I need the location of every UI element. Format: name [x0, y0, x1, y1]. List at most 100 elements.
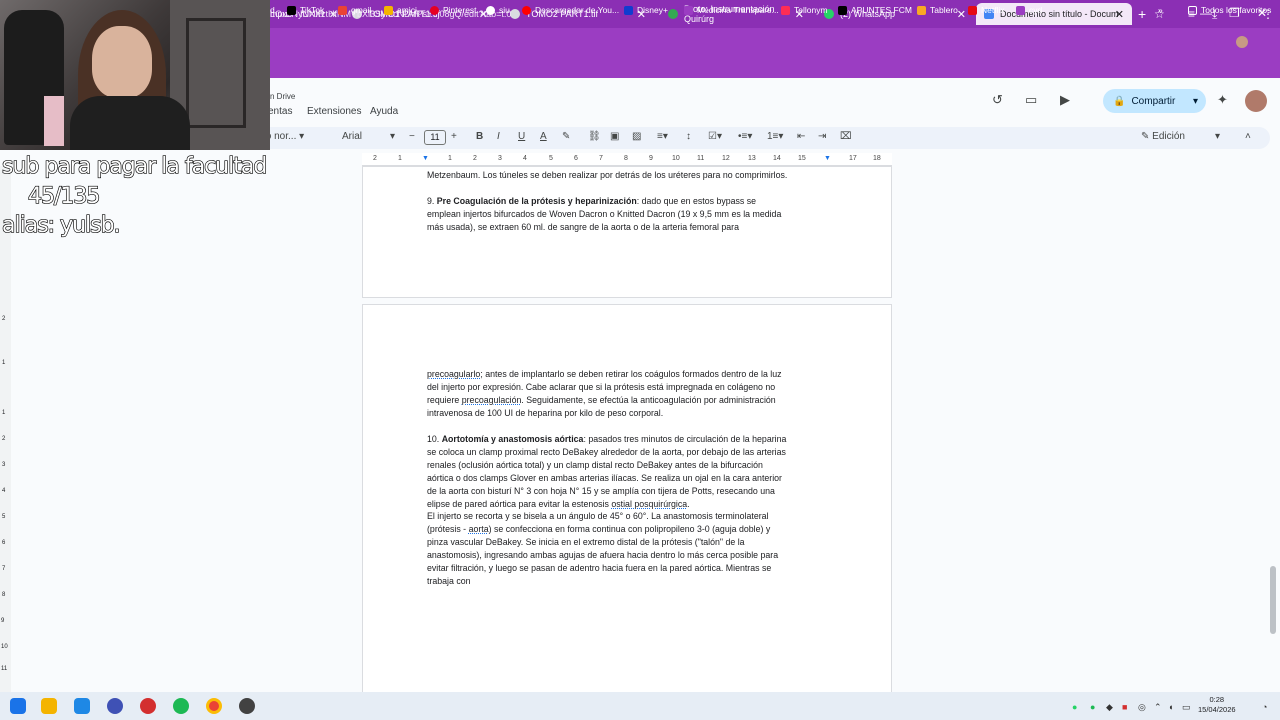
bookmark-label: APUNTES FCM [851, 5, 912, 15]
clear-format-icon[interactable]: ⌧ [840, 131, 852, 142]
bookmark-label: TikTok [300, 5, 325, 15]
font-select[interactable]: Arial ▾ [342, 131, 395, 142]
doc-text: : dado que en estos bypass se [636, 196, 757, 206]
spotify-tray-icon[interactable]: ● [1090, 702, 1095, 712]
spellcheck-word[interactable]: ostial posquirúrgica [611, 499, 687, 509]
bookmark-fragment[interactable]: d [270, 5, 275, 15]
tray-icon[interactable]: ◎ [1138, 702, 1146, 713]
bookmark-apuntes[interactable]: APUNTES FCM [838, 5, 912, 15]
app-icon[interactable] [239, 698, 255, 714]
ruler-number: 9 [1, 618, 5, 624]
bookmark-siu[interactable]: siu [486, 5, 510, 15]
bookmark-label: Pinterest [443, 5, 477, 15]
ruler-number: 4 [2, 488, 6, 494]
ruler-number: 18 [873, 155, 881, 162]
gemini-icon[interactable]: ✦ [1217, 92, 1228, 108]
bookmark-tellonym[interactable]: Tellonym [781, 5, 828, 15]
doc-paragraph-9-heading: 9. Pre Coagulación de la prótesis y hepa… [427, 195, 756, 208]
notification-icon[interactable]: ◔ [1262, 702, 1267, 712]
spellcheck-word[interactable]: precoagulación [462, 395, 522, 405]
spellcheck-word[interactable]: precoagularlo [427, 369, 480, 379]
highlight-icon[interactable]: ✎ [562, 131, 570, 142]
font-label: Arial [342, 131, 363, 142]
file-explorer-icon[interactable] [41, 698, 57, 714]
bookmark-pinterest[interactable]: Pinterest [430, 5, 477, 15]
ruler-number: 1 [2, 360, 6, 366]
doc-line: (prótesis - aorta) se confecciona en for… [427, 523, 770, 536]
italic-icon[interactable]: I [497, 131, 500, 142]
bookmark-tablero[interactable]: Tablero [917, 5, 958, 15]
store-icon[interactable] [74, 698, 90, 714]
increase-font-icon[interactable]: + [451, 131, 457, 142]
edit-mode-select[interactable]: ✎ Edición ▾ [1141, 131, 1220, 142]
share-button[interactable]: 🔒 Compartir ▾ [1103, 89, 1206, 113]
bookmark-label: Descargador de You... [535, 5, 620, 15]
app-icon[interactable] [140, 698, 156, 714]
bold-icon[interactable]: B [476, 131, 483, 142]
text-color-icon[interactable]: A [540, 131, 547, 142]
add-comment-icon[interactable]: ▣ [610, 131, 619, 142]
vertical-ruler: 2 1 1 2 3 4 5 6 7 8 9 10 11 [0, 166, 11, 692]
spellcheck-word[interactable]: aorta [469, 524, 489, 534]
ruler-number: 10 [672, 155, 680, 162]
tray-icon[interactable]: ■ [1122, 702, 1127, 712]
chevron-down-icon[interactable]: ▾ [1193, 96, 1198, 107]
menu-ayuda[interactable]: Ayuda [370, 106, 398, 117]
ruler-number: 11 [1, 666, 8, 672]
whatsapp-tray-icon[interactable]: ● [1072, 702, 1077, 712]
decrease-font-icon[interactable]: − [409, 131, 415, 142]
decrease-indent-icon[interactable]: ⇤ [797, 131, 805, 142]
tray-icon[interactable]: ◆ [1106, 702, 1113, 713]
wifi-icon[interactable]: ⌃ [1154, 702, 1162, 713]
numbered-list-icon[interactable]: 1≡▾ [767, 131, 783, 142]
bookmark-disney[interactable]: Disney+ [624, 5, 668, 15]
link-icon[interactable]: ⛓ [588, 131, 601, 142]
bookmark-gmail[interactable]: gmail [338, 5, 371, 15]
app-icon[interactable] [107, 698, 123, 714]
chevron-right-icon[interactable]: » [1158, 5, 1163, 15]
doc-line: requiere precoagulación. Seguidamente, s… [427, 394, 776, 407]
collapse-icon[interactable]: ˄ [1245, 131, 1251, 142]
drive-label[interactable]: n Drive [270, 92, 295, 101]
underline-icon[interactable]: U [518, 131, 525, 142]
cyd-icon [1016, 5, 1025, 15]
bookmark-medicina[interactable]: Medicina Transpare... [684, 5, 779, 15]
bookmark-label: siu [499, 5, 510, 15]
scrollbar-thumb[interactable] [1270, 566, 1276, 634]
chrome-icon[interactable] [206, 698, 222, 714]
paragraph-number: 9. [427, 196, 437, 206]
ruler-number: 5 [2, 514, 6, 520]
paragraph-title: Aortotomía y anastomosis aórtica [441, 434, 584, 444]
doc-line: se coloca un clamp proximal recto DeBake… [427, 447, 786, 457]
doc-line: evitar filtración, y luego se pasan de a… [427, 563, 772, 573]
bookmark-amici[interactable]: amici [384, 5, 417, 15]
history-icon[interactable]: ↺ [992, 92, 1003, 108]
indent-marker-icon[interactable]: ▼ [422, 155, 429, 162]
doc-line: emplean injertos bifurcados de Woven Dac… [427, 209, 782, 219]
battery-icon[interactable]: ▭ [1182, 702, 1191, 713]
all-bookmarks[interactable]: Todos los favoritos [1188, 5, 1271, 15]
bookmark-cyd[interactable]: cyd [1016, 5, 1042, 15]
profile-icon[interactable] [1236, 36, 1248, 48]
taskbar-clock[interactable]: 0:28 15/04/2026 [1198, 695, 1236, 715]
bookmark-descargador[interactable]: Descargador de You... [522, 5, 619, 15]
image-icon[interactable]: ▨ [632, 131, 641, 142]
font-size-input[interactable]: 11 [424, 130, 446, 145]
doc-line: elipse de pared aórtica para evitar la e… [427, 498, 690, 511]
menu-herramientas[interactable]: entas [268, 106, 292, 117]
menu-extensiones[interactable]: Extensiones [307, 106, 361, 117]
avatar[interactable] [1245, 90, 1267, 112]
right-indent-marker-icon[interactable]: ▼ [824, 155, 831, 162]
align-icon[interactable]: ≡▾ [657, 131, 668, 142]
increase-indent-icon[interactable]: ⇥ [818, 131, 826, 142]
checklist-icon[interactable]: ☑▾ [708, 131, 722, 142]
comment-icon[interactable]: ▭ [1025, 92, 1037, 108]
bookmark-tiktok[interactable]: TikTok [287, 5, 324, 15]
bookmark-netflix[interactable]: Netflix [968, 5, 1005, 15]
line-spacing-icon[interactable]: ↕ [686, 131, 691, 142]
volume-icon[interactable]: ◖ [1168, 702, 1173, 712]
bullet-list-icon[interactable]: •≡▾ [738, 131, 752, 142]
spotify-icon[interactable] [173, 698, 189, 714]
meet-icon[interactable]: ▶ [1060, 92, 1070, 108]
windows-start-icon[interactable] [10, 698, 26, 714]
